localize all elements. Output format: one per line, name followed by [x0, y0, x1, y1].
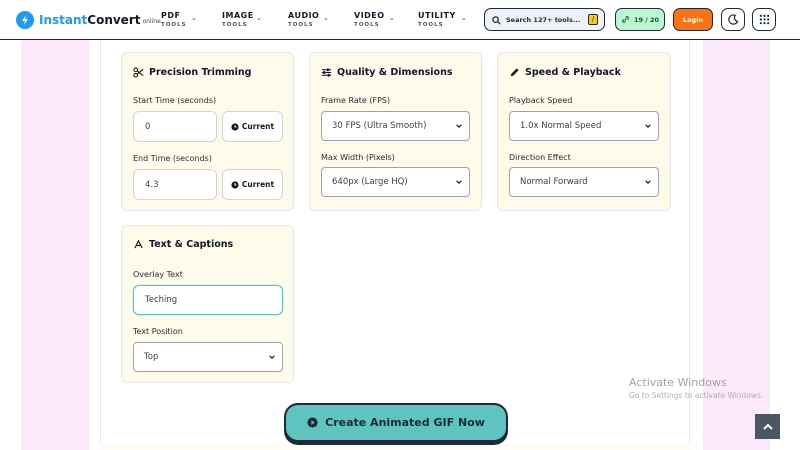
- clock-icon: [231, 180, 239, 189]
- quality-dimensions-card: Quality & Dimensions Frame Rate (FPS) 30…: [309, 52, 482, 211]
- card-title: Text & Captions: [133, 239, 233, 250]
- playback-speed-label: Playback Speed: [509, 96, 573, 105]
- end-time-input[interactable]: 4.3: [133, 169, 217, 200]
- frame-rate-label: Frame Rate (FPS): [321, 96, 391, 105]
- top-navbar: InstantConvert online PDF TOOLS ⌄ IMAGE …: [0, 0, 800, 40]
- precision-trimming-card: Precision Trimming Start Time (seconds) …: [121, 52, 294, 211]
- sliders-icon: [321, 67, 332, 78]
- content-footer-strip: [100, 443, 691, 450]
- end-current-button[interactable]: Current: [222, 169, 283, 200]
- chevron-down-icon: ⌄: [256, 14, 262, 22]
- text-position-label: Text Position: [133, 327, 183, 336]
- chevron-down-icon: [268, 353, 276, 364]
- usage-counter-badge[interactable]: 19 / 20: [615, 8, 665, 31]
- text-position-select[interactable]: Top: [133, 342, 283, 372]
- overlay-text-input[interactable]: Teching: [133, 285, 283, 315]
- activate-windows-title: Activate Windows: [629, 376, 727, 389]
- playback-speed-select[interactable]: 1.0x Normal Speed: [509, 111, 659, 141]
- play-circle-icon: [307, 417, 318, 428]
- chevron-up-icon: [762, 421, 774, 433]
- nav-image-tools[interactable]: IMAGE TOOLS ⌄: [222, 11, 267, 31]
- end-time-label: End Time (seconds): [133, 154, 212, 163]
- chevron-down-icon: ⌄: [191, 14, 197, 22]
- frame-rate-select[interactable]: 30 FPS (Ultra Smooth): [321, 111, 470, 141]
- scissors-icon: [133, 67, 144, 78]
- chevron-down-icon: ⌄: [389, 14, 395, 22]
- background-stripe-left: [21, 40, 89, 450]
- chevron-down-icon: ⌄: [461, 14, 467, 22]
- text-icon: [133, 239, 144, 250]
- scroll-to-top-button[interactable]: [755, 414, 780, 439]
- card-title: Quality & Dimensions: [321, 67, 453, 78]
- moon-icon: [727, 14, 739, 25]
- direction-effect-label: Direction Effect: [509, 153, 571, 162]
- chevron-down-icon: [455, 178, 463, 189]
- chevron-down-icon: ⌄: [323, 14, 329, 22]
- lightning-icon: [16, 11, 34, 29]
- chevron-down-icon: [644, 178, 652, 189]
- grid-icon: [759, 14, 770, 25]
- search-shortcut-key: /: [588, 14, 598, 25]
- login-button[interactable]: Login: [673, 8, 713, 31]
- speed-playback-card: Speed & Playback Playback Speed 1.0x Nor…: [497, 52, 671, 211]
- card-title: Precision Trimming: [133, 67, 251, 78]
- overlay-text-label: Overlay Text: [133, 270, 183, 279]
- logo-text: InstantConvert: [39, 13, 141, 27]
- start-time-input[interactable]: 0: [133, 111, 217, 142]
- nav-utility-tools[interactable]: UTILITY TOOLS ⌄: [418, 11, 470, 31]
- activate-windows-subtitle: Go to Settings to activate Windows.: [629, 391, 764, 400]
- max-width-label: Max Width (Pixels): [321, 153, 395, 162]
- pen-icon: [509, 67, 520, 78]
- nav-audio-tools[interactable]: AUDIO TOOLS ⌄: [288, 11, 333, 31]
- nav-pdf-tools[interactable]: PDF TOOLS ⌄: [161, 11, 201, 31]
- site-logo[interactable]: InstantConvert online: [16, 10, 161, 30]
- clock-icon: [231, 122, 239, 131]
- direction-effect-select[interactable]: Normal Forward: [509, 167, 659, 197]
- link-icon: [621, 15, 630, 24]
- tool-search-box[interactable]: Search 127+ tools... /: [484, 8, 605, 31]
- apps-menu-button[interactable]: [752, 8, 776, 31]
- nav-video-tools[interactable]: VIDEO TOOLS ⌄: [354, 11, 399, 31]
- logo-suffix: online: [142, 17, 161, 25]
- start-time-label: Start Time (seconds): [133, 96, 217, 105]
- text-captions-card: Text & Captions Overlay Text Teching Tex…: [121, 225, 294, 383]
- create-gif-button[interactable]: Create Animated GIF Now: [284, 403, 508, 442]
- search-icon: [492, 10, 501, 29]
- start-current-button[interactable]: Current: [222, 111, 283, 142]
- max-width-select[interactable]: 640px (Large HQ): [321, 167, 470, 197]
- chevron-down-icon: [455, 122, 463, 133]
- card-title: Speed & Playback: [509, 67, 621, 78]
- chevron-down-icon: [644, 122, 652, 133]
- search-placeholder: Search 127+ tools...: [506, 15, 581, 24]
- dark-mode-toggle[interactable]: [721, 8, 745, 31]
